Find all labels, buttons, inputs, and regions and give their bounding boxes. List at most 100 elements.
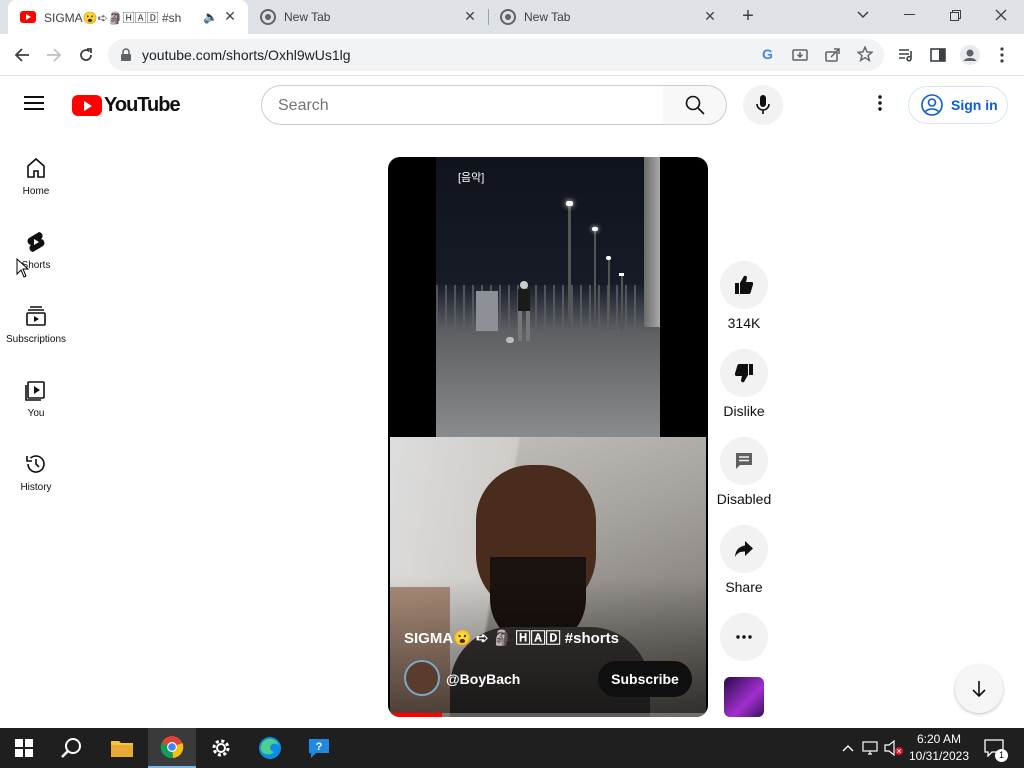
share-page-icon[interactable] — [825, 47, 841, 63]
subscriptions-icon — [26, 306, 46, 326]
thumbs-up-icon — [735, 275, 754, 295]
reload-icon[interactable] — [72, 41, 100, 69]
youtube-play-logo-icon — [72, 94, 102, 116]
guide-item-you[interactable]: You — [0, 370, 72, 440]
bookmark-star-icon[interactable] — [857, 46, 873, 62]
mouse-cursor-icon — [16, 258, 30, 278]
video-progress-fill — [388, 713, 443, 717]
search-placeholder: Search — [278, 97, 329, 114]
voice-search-button[interactable] — [743, 85, 783, 125]
tab-active-sigma[interactable]: SIGMA😮➪🗿🄷🄰🄳 #sh 🔈 ✕ — [8, 0, 248, 34]
search-button[interactable] — [663, 85, 727, 125]
sign-in-button[interactable]: Sign in — [908, 86, 1008, 124]
you-icon — [25, 381, 45, 401]
google-lens-icon[interactable]: G — [762, 46, 773, 62]
notification-count-badge: 1 — [995, 749, 1008, 762]
start-button[interactable] — [0, 728, 48, 768]
video-progress-bar[interactable] — [388, 713, 708, 717]
guide-label: History — [20, 482, 52, 493]
search-icon — [685, 95, 705, 115]
comments-button[interactable] — [720, 437, 768, 485]
chrome-favicon-icon — [500, 9, 516, 25]
close-window-button[interactable] — [978, 0, 1024, 30]
system-clock[interactable]: 6:20 AM 10/31/2023 — [905, 731, 973, 765]
hamburger-menu-icon[interactable] — [24, 95, 48, 115]
short-title[interactable]: SIGMA😮 ➪ 🗿 🄷🄰🄳 #shorts — [404, 627, 619, 648]
taskbar-settings[interactable] — [197, 728, 245, 768]
arrow-down-icon — [972, 681, 986, 698]
more-actions-button[interactable] — [720, 613, 768, 661]
tab-close-icon[interactable]: ✕ — [702, 8, 718, 24]
taskbar-search-button[interactable] — [48, 728, 96, 768]
youtube-logo[interactable]: YouTube — [72, 93, 181, 117]
guide-item-subscriptions[interactable]: Subscriptions — [0, 296, 72, 366]
sound-thumbnail[interactable] — [724, 677, 764, 717]
tab-audio-icon[interactable]: 🔈 — [203, 10, 218, 24]
forward-arrow-icon[interactable] — [40, 41, 68, 69]
back-arrow-icon[interactable] — [8, 41, 36, 69]
shorts-video-player[interactable]: [음악] SIGMA😮 ➪ 🗿 🄷🄰🄳 #shorts @BoyBach Sub… — [388, 157, 708, 717]
minimize-button[interactable] — [886, 0, 932, 30]
profile-avatar-icon[interactable] — [956, 41, 984, 69]
lock-icon[interactable] — [120, 48, 132, 62]
svg-text:?: ? — [316, 741, 323, 753]
tab-close-icon[interactable]: ✕ — [462, 8, 478, 24]
reading-list-icon[interactable] — [892, 41, 920, 69]
volume-muted-icon[interactable] — [884, 738, 904, 758]
tab-close-icon[interactable]: ✕ — [222, 8, 238, 24]
windows-taskbar: ? 6:20 AM 10/31/2023 1 — [0, 728, 1024, 768]
tab-new-tab-1[interactable]: New Tab ✕ — [248, 0, 488, 34]
guide-item-shorts[interactable]: Shorts — [0, 222, 72, 292]
youtube-header: YouTube Search Sign in — [0, 77, 1024, 133]
tab-title: New Tab — [284, 10, 331, 24]
tab-title: New Tab — [524, 10, 571, 24]
dislike-action: Dislike — [704, 349, 784, 419]
chrome-favicon-icon — [260, 9, 276, 25]
share-button[interactable] — [720, 525, 768, 573]
search-input[interactable]: Search — [261, 85, 664, 125]
taskbar-file-explorer[interactable] — [98, 728, 146, 768]
tab-new-tab-2[interactable]: New Tab ✕ — [488, 0, 728, 34]
taskbar-edge[interactable] — [246, 728, 294, 768]
youtube-logo-text: YouTube — [104, 93, 181, 116]
account-circle-icon — [921, 94, 943, 116]
dislike-label: Dislike — [723, 403, 765, 419]
browser-tab-strip: SIGMA😮➪🗿🄷🄰🄳 #sh 🔈 ✕ New Tab ✕ New Tab ✕ … — [0, 0, 1024, 34]
tab-search-chevron-icon[interactable] — [840, 0, 886, 30]
show-hidden-icons-chevron[interactable] — [838, 738, 858, 758]
folder-icon — [111, 741, 133, 757]
guide-item-history[interactable]: History — [0, 444, 72, 514]
comments-disabled-label: Disabled — [716, 491, 772, 507]
browser-toolbar: youtube.com/shorts/Oxhl9wUs1lg G — [0, 34, 1024, 76]
taskbar-chrome[interactable] — [148, 728, 196, 768]
notification-center-icon[interactable]: 1 — [982, 738, 1008, 762]
thumbs-down-icon — [734, 363, 753, 383]
music-caption: [음악] — [458, 172, 485, 184]
channel-name[interactable]: @BoyBach — [446, 671, 520, 687]
history-icon — [26, 455, 45, 473]
subscribe-button[interactable]: Subscribe — [598, 661, 692, 697]
video-frame-night-scene — [436, 157, 660, 437]
dislike-button[interactable] — [720, 349, 768, 397]
gear-icon — [212, 739, 230, 757]
network-icon[interactable] — [861, 738, 881, 758]
like-button[interactable] — [720, 261, 768, 309]
install-app-icon[interactable] — [792, 47, 808, 63]
search-icon — [61, 738, 81, 758]
restore-button[interactable] — [932, 0, 978, 30]
side-panel-icon[interactable] — [924, 41, 952, 69]
channel-avatar[interactable] — [404, 660, 440, 696]
next-short-button[interactable] — [955, 665, 1003, 713]
settings-more-icon[interactable] — [868, 95, 892, 115]
taskbar-help[interactable]: ? — [295, 728, 343, 768]
new-tab-plus-icon[interactable]: + — [737, 5, 759, 27]
guide-label: Subscriptions — [5, 334, 67, 345]
browser-menu-icon[interactable] — [988, 41, 1016, 69]
address-bar[interactable]: youtube.com/shorts/Oxhl9wUs1lg G — [108, 39, 884, 71]
guide-item-home[interactable]: Home — [0, 148, 72, 218]
help-chat-icon: ? — [309, 739, 329, 758]
youtube-favicon-icon — [20, 11, 36, 23]
microphone-icon — [756, 95, 770, 114]
more-actions — [704, 613, 784, 661]
sign-in-label: Sign in — [951, 97, 998, 113]
